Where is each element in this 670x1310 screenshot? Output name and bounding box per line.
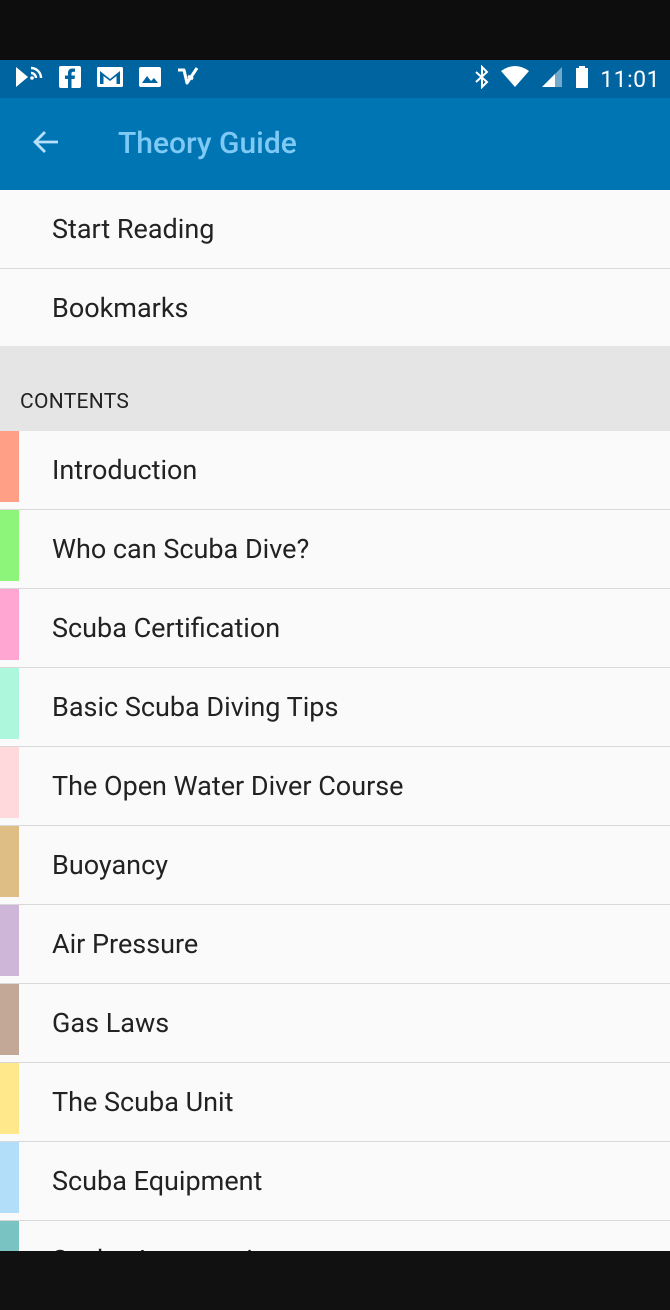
wifi-icon [500,65,530,93]
chapter-color-swatch [0,510,19,581]
menu-list: Start Reading Bookmarks [0,190,670,348]
chapter-label: Scuba Accessories [52,1221,281,1251]
clock-time: 11:01 [600,65,660,93]
chapter-item[interactable]: Introduction [0,431,670,510]
facebook-icon [58,65,82,93]
bottom-black-bar [0,1251,670,1310]
chapter-item[interactable]: The Open Water Diver Course [0,747,670,826]
chapter-item[interactable]: Scuba Accessories [0,1221,670,1251]
chapter-label: The Open Water Diver Course [52,770,404,802]
chapter-label: The Scuba Unit [52,1086,234,1118]
chapter-label: Who can Scuba Dive? [52,533,310,565]
chapter-label: Scuba Certification [52,612,281,644]
chapter-label: Air Pressure [52,928,199,960]
chapter-item[interactable]: Buoyancy [0,826,670,905]
start-reading-item[interactable]: Start Reading [0,190,670,269]
back-button[interactable] [26,124,66,164]
chapter-color-swatch [0,826,19,897]
chapter-item[interactable]: Scuba Equipment [0,1142,670,1221]
signal-icon [540,65,564,93]
chapter-item[interactable]: The Scuba Unit [0,1063,670,1142]
chapter-label: Buoyancy [52,849,168,881]
arrow-left-icon [31,127,61,161]
menu-item-label: Start Reading [52,213,215,245]
chapter-color-swatch [0,1221,19,1251]
chapter-color-swatch [0,1142,19,1213]
chapter-item[interactable]: Who can Scuba Dive? [0,510,670,589]
chapter-color-swatch [0,1063,19,1134]
chapter-color-swatch [0,668,19,739]
section-header-label: CONTENTS [20,390,130,414]
top-black-bar [0,0,670,60]
chapter-label: Scuba Equipment [52,1165,263,1197]
chapter-item[interactable]: Gas Laws [0,984,670,1063]
chapter-color-swatch [0,747,19,818]
chapter-label: Gas Laws [52,1007,170,1039]
chapter-color-swatch [0,589,19,660]
bookmarks-item[interactable]: Bookmarks [0,269,670,348]
inbox-check-icon [176,65,200,93]
battery-icon [574,65,590,93]
page-title: Theory Guide [118,126,297,161]
chapter-color-swatch [0,984,19,1055]
chapter-item[interactable]: Air Pressure [0,905,670,984]
bluetooth-icon [474,64,490,93]
image-icon [138,65,162,93]
cast-icon [14,65,44,93]
contents-list: Introduction Who can Scuba Dive? Scuba C… [0,431,670,1251]
chapter-item[interactable]: Scuba Certification [0,589,670,668]
app-bar: Theory Guide [0,98,670,190]
chapter-color-swatch [0,431,19,502]
chapter-label: Basic Scuba Diving Tips [52,691,339,723]
contents-section-header: CONTENTS [0,346,670,431]
status-bar: 11:01 [0,60,670,98]
chapter-color-swatch [0,905,19,976]
gmail-icon [96,65,124,93]
chapter-item[interactable]: Basic Scuba Diving Tips [0,668,670,747]
menu-item-label: Bookmarks [52,292,189,324]
chapter-label: Introduction [52,454,198,486]
